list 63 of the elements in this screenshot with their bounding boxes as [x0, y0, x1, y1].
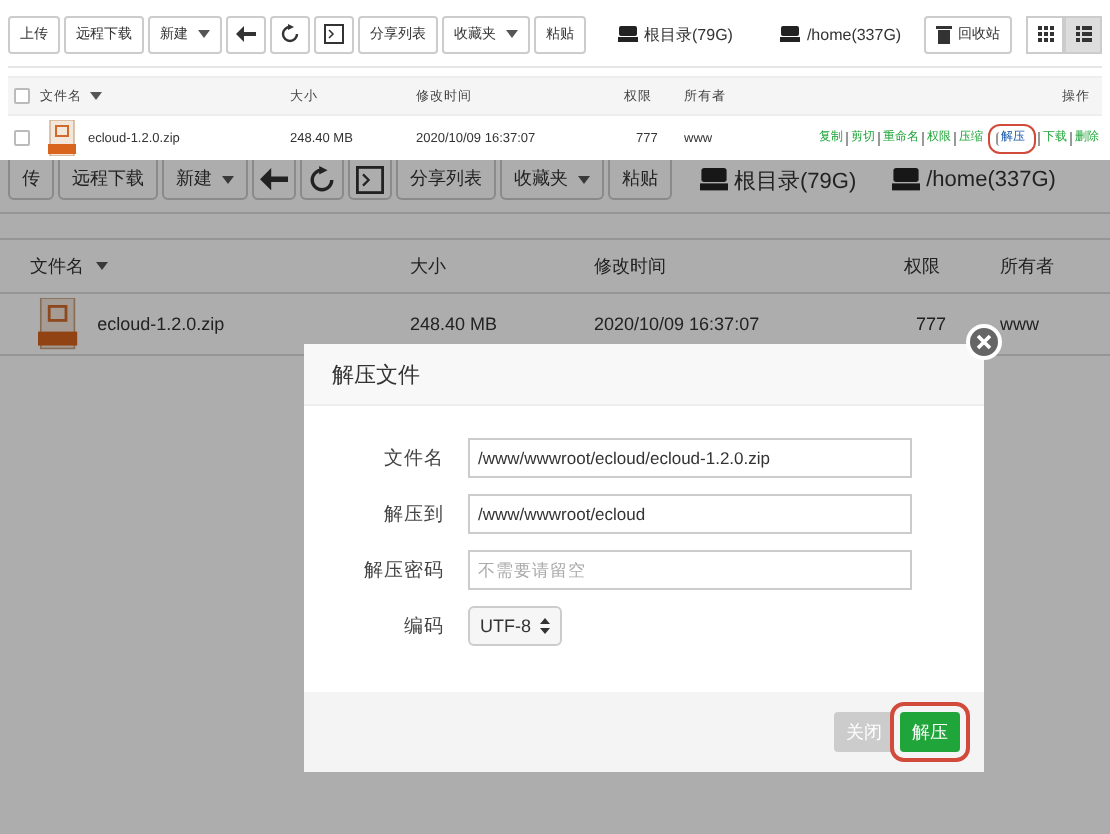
grid-icon — [1037, 26, 1053, 42]
dropdown-button[interactable]: 收藏夹 — [500, 160, 604, 200]
refresh-button[interactable] — [300, 160, 344, 200]
disk-link[interactable]: 根目录(79G) — [700, 165, 857, 195]
disk-link[interactable]: /home(337G) — [892, 168, 1056, 192]
list-view-button[interactable] — [1064, 15, 1102, 53]
input-field[interactable]: /www/wwwroot/ecloud/ecloud-1.2.0.zip — [468, 438, 912, 478]
column-header: 所有者 — [1000, 253, 1056, 279]
file-name[interactable]: ecloud-1.2.0.zip — [97, 314, 225, 334]
select-field[interactable]: UTF-8 — [468, 606, 561, 646]
grid-view-button[interactable] — [1026, 15, 1064, 53]
field-label: 编码 — [402, 613, 444, 639]
field-label: 文件名 — [382, 445, 444, 471]
terminal-icon — [324, 24, 344, 44]
trash-icon — [936, 25, 952, 43]
disk-link[interactable]: /home(337G) — [780, 25, 902, 43]
field-label: 解压密码 — [362, 557, 444, 583]
list-icon — [1075, 26, 1091, 42]
updown-caret-icon — [539, 618, 549, 634]
column-header: 权限 — [904, 253, 942, 279]
arrow-left-icon — [236, 26, 256, 42]
refresh-icon — [308, 165, 336, 193]
refresh-button[interactable] — [270, 15, 310, 53]
column-header[interactable]: 文件名 — [30, 253, 410, 279]
table-cell-text: 2020/10/09 16:37:07 — [594, 314, 762, 334]
caret-icon — [198, 30, 210, 38]
checkbox[interactable] — [14, 88, 30, 104]
toolbar-button[interactable]: 分享列表 — [396, 160, 496, 200]
back-button[interactable] — [226, 15, 266, 53]
back-button[interactable] — [252, 160, 296, 200]
caret-icon — [222, 175, 234, 183]
zip-file-icon — [48, 120, 76, 156]
input-field[interactable]: /www/wwwroot/ecloud — [468, 494, 912, 534]
hard-drive-icon — [892, 168, 921, 192]
close-icon[interactable] — [966, 324, 1002, 360]
caret-icon — [96, 262, 108, 270]
caret-icon — [506, 30, 518, 38]
toolbar-button[interactable]: 粘贴 — [608, 160, 672, 200]
caret-icon — [578, 175, 590, 183]
hard-drive-icon — [618, 26, 638, 42]
toolbar-button[interactable]: 传 — [8, 160, 54, 200]
dropdown-button[interactable]: 新建 — [162, 160, 248, 200]
field-label: 解压到 — [382, 501, 444, 527]
terminal-button[interactable] — [314, 15, 354, 53]
table-cell-text: www — [1000, 314, 1041, 334]
toolbar-button[interactable]: 远程下载 — [58, 160, 158, 200]
dialog-title: 解压文件 — [304, 344, 984, 406]
input-field[interactable]: 不需要请留空 — [468, 550, 912, 590]
hard-drive-icon — [780, 26, 801, 42]
zip-file-icon — [38, 298, 78, 350]
disk-link[interactable]: 根目录(79G) — [618, 23, 733, 45]
hard-drive-icon — [700, 168, 728, 192]
column-header: 修改时间 — [594, 253, 668, 279]
table-cell-text: 777 — [914, 314, 949, 334]
column-header: 大小 — [410, 253, 448, 279]
refresh-icon — [280, 24, 300, 44]
terminal-icon — [356, 165, 384, 193]
arrow-left-icon — [260, 167, 288, 191]
close-glyph-icon — [976, 334, 992, 350]
checkbox[interactable] — [14, 130, 30, 146]
table-cell-text: 248.40 MB — [410, 314, 500, 334]
caret-icon — [90, 92, 102, 100]
terminal-button[interactable] — [348, 160, 392, 200]
